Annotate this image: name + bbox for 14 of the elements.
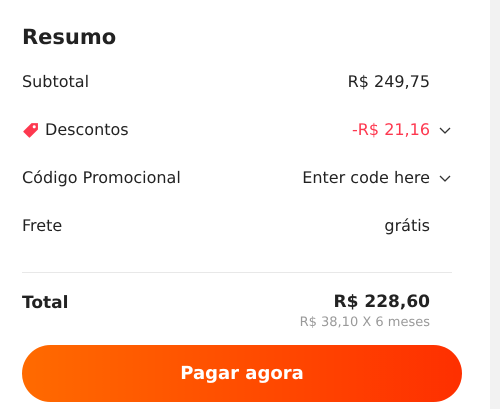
row-label: Frete xyxy=(22,215,62,237)
discount-label: Descontos xyxy=(45,119,129,141)
row-value: grátis xyxy=(384,215,430,237)
pay-button[interactable]: Pagar agora xyxy=(22,344,462,402)
total-label: Total xyxy=(22,292,68,315)
summary-title: Resumo xyxy=(22,24,118,51)
discount-toggle[interactable]: -R$ 21,16 xyxy=(352,118,452,142)
row-label: Subtotal xyxy=(22,71,90,93)
installments-text: R$ 38,10 X 6 meses xyxy=(300,314,430,332)
row-label: Código Promocional xyxy=(22,167,181,189)
total-value: R$ 228,60 xyxy=(332,291,430,313)
promo-code-dropdown[interactable]: Enter code here xyxy=(302,166,452,190)
tag-icon xyxy=(22,122,39,138)
row-value: R$ 249,75 xyxy=(348,71,430,93)
